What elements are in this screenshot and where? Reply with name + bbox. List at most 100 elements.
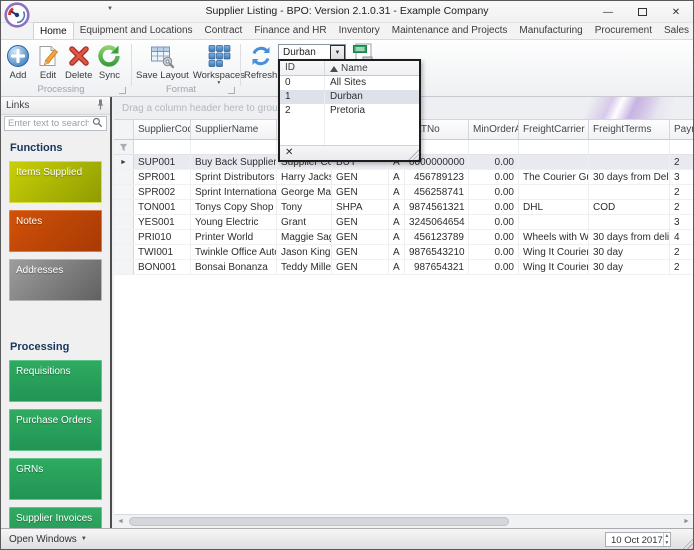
sidebar-item-grns[interactable]: GRNs — [9, 458, 102, 500]
table-cell[interactable]: Sprint Distributors Local — [191, 170, 277, 184]
table-cell[interactable]: Sprint International — [191, 185, 277, 199]
search-icon[interactable] — [89, 117, 106, 131]
add-button[interactable]: Add — [3, 43, 33, 81]
tab-sales[interactable]: Sales — [658, 22, 693, 39]
table-cell[interactable]: The Courier Guy — [519, 170, 589, 184]
table-cell[interactable]: 0.00 — [469, 230, 519, 244]
table-cell[interactable]: TON001 — [134, 200, 191, 214]
table-cell[interactable]: SPR002 — [134, 185, 191, 199]
table-cell[interactable]: Buy Back Supplier — [191, 155, 277, 169]
table-cell[interactable]: 30 day — [589, 245, 670, 259]
tab-finance-and-hr[interactable]: Finance and HR — [248, 22, 332, 39]
table-cell[interactable]: 30 days from delivery — [589, 230, 670, 244]
column-header-paymentterms[interactable]: PaymentTerms — [670, 120, 693, 139]
column-header-minorderamt[interactable]: MinOrderAmt — [469, 120, 519, 139]
table-cell[interactable]: 0.00 — [469, 260, 519, 274]
filter-cell[interactable] — [519, 140, 589, 154]
table-cell[interactable]: GEN — [332, 245, 389, 259]
filter-cell[interactable] — [589, 140, 670, 154]
table-cell[interactable]: 2 — [670, 185, 693, 199]
table-cell[interactable]: 9874561321 — [405, 200, 469, 214]
dropdown-row[interactable]: 1 Durban — [280, 90, 419, 104]
table-cell[interactable] — [519, 185, 589, 199]
filter-cell[interactable] — [670, 140, 693, 154]
table-cell[interactable]: COD — [589, 200, 670, 214]
table-cell[interactable]: GEN — [332, 230, 389, 244]
tab-procurement[interactable]: Procurement — [589, 22, 658, 39]
edit-button[interactable]: Edit — [33, 43, 63, 81]
processing-dialog-launcher-icon[interactable] — [119, 87, 126, 94]
spinner-down-icon[interactable]: ▼ — [664, 540, 670, 547]
table-cell[interactable]: Tonys Copy Shop — [191, 200, 277, 214]
table-cell[interactable]: 456258741 — [405, 185, 469, 199]
workspaces-button[interactable]: Workspaces ▼ — [191, 43, 247, 86]
table-cell[interactable]: A — [389, 200, 405, 214]
dropdown-header-name[interactable]: Name — [325, 61, 419, 75]
window-resize-grip[interactable] — [680, 536, 693, 549]
filter-cell[interactable] — [134, 140, 191, 154]
tab-inventory[interactable]: Inventory — [333, 22, 386, 39]
horizontal-scrollbar[interactable]: ◄ ► — [114, 514, 693, 528]
save-layout-button[interactable]: Save Layout — [134, 43, 191, 86]
table-cell[interactable]: Wheels with Wings — [519, 230, 589, 244]
table-cell[interactable]: PRI010 — [134, 230, 191, 244]
scroll-left-button[interactable]: ◄ — [114, 518, 127, 525]
sidebar-item-notes[interactable]: Notes — [9, 210, 102, 252]
column-header-freightcarrier[interactable]: FreightCarrier — [519, 120, 589, 139]
search-input[interactable] — [5, 118, 89, 129]
table-row[interactable]: YES001 Young Electric Grant GEN A 3245064654 0… — [114, 215, 693, 230]
table-cell[interactable]: TWI001 — [134, 245, 191, 259]
refresh-button[interactable]: Refresh — [242, 43, 279, 81]
format-dialog-launcher-icon[interactable] — [228, 87, 235, 94]
table-cell[interactable]: 456123789 — [405, 230, 469, 244]
maximize-button[interactable] — [625, 1, 659, 23]
table-cell[interactable]: 0.00 — [469, 185, 519, 199]
table-cell[interactable]: Harry Jackson — [277, 170, 332, 184]
table-cell[interactable]: 2 — [670, 200, 693, 214]
table-cell[interactable]: A — [389, 245, 405, 259]
scrollbar-thumb[interactable] — [129, 517, 509, 526]
close-button[interactable]: ✕ — [659, 1, 693, 23]
table-cell[interactable]: A — [389, 170, 405, 184]
table-cell[interactable]: GEN — [332, 170, 389, 184]
tab-contract[interactable]: Contract — [199, 22, 249, 39]
table-cell[interactable]: A — [389, 215, 405, 229]
table-cell[interactable]: Tony — [277, 200, 332, 214]
sync-button[interactable]: Sync — [94, 43, 124, 81]
sidebar-item-items-supplied[interactable]: Items Supplied — [9, 161, 102, 203]
minimize-button[interactable]: — — [591, 1, 625, 23]
table-cell[interactable]: 0.00 — [469, 170, 519, 184]
table-row[interactable]: BON001 Bonsai Bonanza Teddy Miller GEN A 9876… — [114, 260, 693, 275]
open-windows-button[interactable]: Open Windows ▼ — [1, 534, 87, 545]
table-cell[interactable]: SUP001 — [134, 155, 191, 169]
table-cell[interactable]: 4 — [670, 230, 693, 244]
table-cell[interactable] — [589, 155, 670, 169]
table-cell[interactable]: Wing It Couriers — [519, 245, 589, 259]
table-cell[interactable]: YES001 — [134, 215, 191, 229]
table-cell[interactable]: SHPA — [332, 200, 389, 214]
table-cell[interactable]: 456789123 — [405, 170, 469, 184]
table-cell[interactable] — [589, 185, 670, 199]
table-cell[interactable]: 30 days from Delivery — [589, 170, 670, 184]
table-cell[interactable]: Printer World — [191, 230, 277, 244]
table-cell[interactable]: Twinkle Office Automation ... — [191, 245, 277, 259]
tab-equipment-and-locations[interactable]: Equipment and Locations — [74, 22, 199, 39]
spinner-up-icon[interactable]: ▲ — [664, 533, 670, 540]
quick-access-dropdown-icon[interactable]: ▼ — [107, 6, 113, 12]
sidebar-item-requisitions[interactable]: Requisitions — [9, 360, 102, 402]
table-cell[interactable]: Bonsai Bonanza — [191, 260, 277, 274]
dropdown-row[interactable]: 2 Pretoria — [280, 104, 419, 118]
dropdown-row[interactable]: 0 All Sites — [280, 76, 419, 90]
tab-home[interactable]: Home — [33, 22, 74, 39]
table-cell[interactable]: 0.00 — [469, 200, 519, 214]
table-cell[interactable]: A — [389, 260, 405, 274]
sidebar-item-addresses[interactable]: Addresses — [9, 259, 102, 301]
column-header-freightterms[interactable]: FreightTerms — [589, 120, 670, 139]
table-cell[interactable]: 3 — [670, 170, 693, 184]
table-row[interactable]: SPR001Sprint Distributors LocalHarry Jac… — [114, 170, 693, 185]
table-cell[interactable]: GEN — [332, 215, 389, 229]
table-cell[interactable]: 0.00 — [469, 245, 519, 259]
table-row[interactable]: TON001 Tonys Copy Shop Tony SHPA A 9874561321… — [114, 200, 693, 215]
table-cell[interactable]: 9876543210 — [405, 245, 469, 259]
delete-button[interactable]: Delete — [63, 43, 94, 81]
